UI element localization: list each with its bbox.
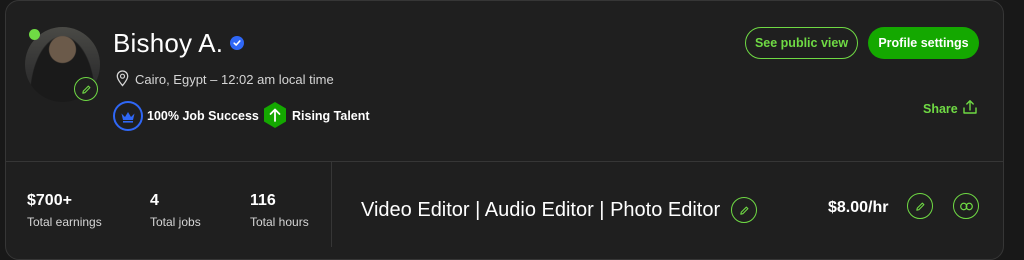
hourly-rate: $8.00/hr	[828, 199, 889, 216]
pencil-icon	[915, 202, 924, 211]
job-success-badge: 100% Job Success	[147, 109, 259, 123]
total-jobs-value: 4	[150, 192, 159, 209]
total-hours-value: 116	[250, 192, 276, 209]
share-button[interactable]: Share	[923, 102, 958, 116]
verified-icon	[230, 36, 244, 50]
rising-talent-icon	[264, 102, 286, 128]
section-divider	[5, 161, 1004, 162]
profile-name: Bishoy A.	[113, 28, 224, 58]
crown-icon	[113, 101, 143, 131]
edit-headline-button[interactable]	[731, 197, 757, 223]
profile-settings-button[interactable]: Profile settings	[868, 27, 979, 59]
copy-link-button[interactable]	[953, 193, 979, 219]
link-icon	[959, 202, 973, 210]
total-jobs-label: Total jobs	[150, 215, 201, 229]
edit-rate-button[interactable]	[907, 193, 933, 219]
edit-photo-button[interactable]	[74, 77, 98, 101]
total-earnings-value: $700+	[27, 192, 72, 209]
vertical-divider	[331, 162, 332, 247]
location-time: Cairo, Egypt – 12:02 am local time	[135, 72, 334, 87]
pencil-icon	[739, 206, 748, 215]
see-public-view-button[interactable]: See public view	[745, 27, 858, 59]
pencil-icon	[81, 85, 90, 94]
total-hours-label: Total hours	[250, 215, 309, 229]
online-status-dot	[29, 29, 40, 40]
share-icon[interactable]	[962, 99, 978, 115]
location-pin-icon	[116, 70, 129, 87]
profile-headline: Video Editor | Audio Editor | Photo Edit…	[361, 199, 721, 221]
rising-talent-badge: Rising Talent	[292, 109, 370, 123]
total-earnings-label: Total earnings	[27, 215, 102, 229]
